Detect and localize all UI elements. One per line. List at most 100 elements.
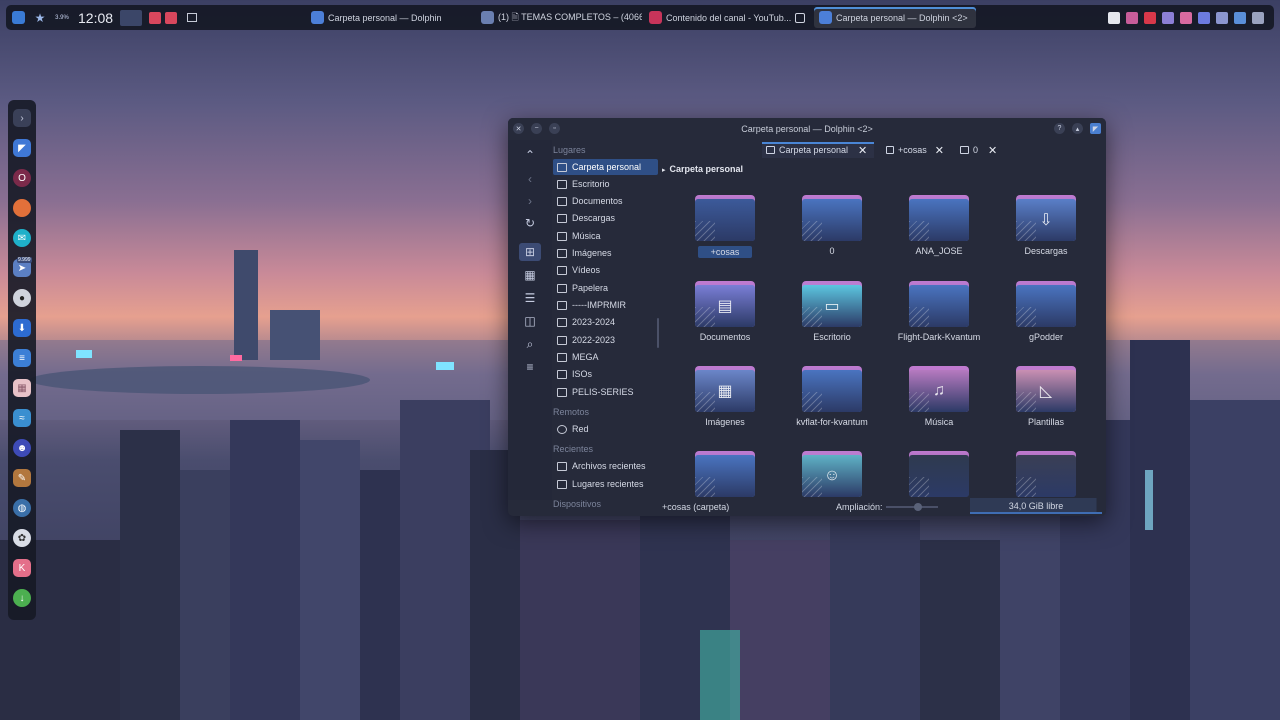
details-view-icon[interactable]: ☰ bbox=[519, 289, 541, 307]
task-youtube[interactable]: Contenido del canal - YouTub... bbox=[644, 7, 812, 28]
dock-earth[interactable]: ◍ bbox=[13, 499, 31, 517]
app-launcher-button[interactable] bbox=[6, 5, 30, 30]
place-videos[interactable]: Vídeos bbox=[553, 262, 658, 278]
file-item[interactable]: ⇩ Descargas bbox=[993, 180, 1099, 260]
file-item[interactable]: ▭ Escritorio bbox=[779, 266, 885, 346]
place-2022-2023[interactable]: 2022-2023 bbox=[553, 332, 658, 348]
file-item[interactable]: Flight-Dark-Kvantum bbox=[886, 266, 992, 346]
back-icon[interactable]: ‹ bbox=[519, 170, 541, 188]
app-menu-icon[interactable]: ◤ bbox=[1090, 123, 1101, 134]
file-item[interactable]: ☺ bbox=[779, 436, 885, 498]
tab-carpeta-personal[interactable]: Carpeta personal ✕ bbox=[762, 142, 874, 158]
tab-cosas[interactable]: +cosas ✕ bbox=[882, 142, 948, 158]
dock-notes[interactable]: ≡ bbox=[13, 349, 31, 367]
place-home[interactable]: Carpeta personal bbox=[553, 159, 658, 175]
places-scrollbar[interactable] bbox=[657, 318, 659, 348]
reload-icon[interactable]: ↻ bbox=[519, 214, 541, 232]
cpu-monitor[interactable]: 3.9% bbox=[50, 5, 74, 30]
dock-settings[interactable]: ✿ bbox=[13, 529, 31, 547]
screen-icon[interactable] bbox=[1126, 11, 1138, 24]
close-tab-icon[interactable]: ✕ bbox=[935, 144, 944, 157]
place-pelis-series[interactable]: PELIS-SERIES bbox=[553, 384, 658, 400]
free-space-indicator[interactable]: 34,0 GiB libre bbox=[970, 498, 1102, 514]
media-icon[interactable] bbox=[1198, 11, 1210, 24]
dock-tux[interactable]: ● bbox=[13, 289, 31, 307]
zoom-slider-handle[interactable] bbox=[914, 503, 922, 511]
icons-view-icon[interactable]: ⊞ bbox=[519, 243, 541, 261]
up-icon[interactable]: ⌃ bbox=[519, 146, 541, 164]
file-item[interactable]: kvflat-for-kvantum bbox=[779, 351, 885, 431]
search-icon[interactable]: ⌕ bbox=[519, 335, 541, 353]
forward-icon[interactable]: › bbox=[519, 192, 541, 210]
file-item[interactable]: gPodder bbox=[993, 266, 1099, 346]
file-item[interactable] bbox=[672, 436, 778, 498]
place-imprimir[interactable]: -----IMPRMIR bbox=[553, 297, 658, 313]
place-isos[interactable]: ISOs bbox=[553, 366, 658, 382]
folder-icon: ▤ bbox=[695, 281, 755, 327]
network-icon[interactable] bbox=[1234, 11, 1246, 24]
dock-grid-app[interactable]: ▦ bbox=[13, 379, 31, 397]
place-network[interactable]: Red bbox=[553, 421, 658, 437]
dock-install[interactable]: ↓ bbox=[13, 589, 31, 607]
network-icon bbox=[557, 424, 567, 434]
star-icon[interactable]: ★ bbox=[30, 5, 50, 30]
dock-firefox[interactable] bbox=[13, 199, 31, 217]
file-item[interactable]: ANA_JOSE bbox=[886, 180, 992, 260]
breadcrumb[interactable]: ▸ Carpeta personal bbox=[662, 164, 743, 174]
place-trash[interactable]: Papelera bbox=[553, 280, 658, 296]
minimize-icon[interactable]: − bbox=[531, 123, 542, 134]
keep-above-icon[interactable]: ▴ bbox=[1072, 123, 1083, 134]
dock-mail[interactable]: ✉ bbox=[13, 229, 31, 247]
help-icon[interactable]: ? bbox=[1054, 123, 1065, 134]
close-tab-icon[interactable]: ✕ bbox=[858, 144, 867, 157]
dock-download[interactable]: ⬇ bbox=[13, 319, 31, 337]
place-documents[interactable]: Documentos bbox=[553, 193, 658, 209]
mega-icon[interactable] bbox=[1144, 11, 1156, 24]
file-item[interactable]: ▦ Imágenes bbox=[672, 351, 778, 431]
place-music[interactable]: Música bbox=[553, 228, 658, 244]
place-pictures[interactable]: Imágenes bbox=[553, 245, 658, 261]
window-titlebar[interactable]: Carpeta personal — Dolphin <2> bbox=[508, 118, 1106, 140]
place-recent-locations[interactable]: Lugares recientes bbox=[553, 476, 658, 492]
file-item[interactable] bbox=[886, 436, 992, 498]
close-icon[interactable]: ✕ bbox=[513, 123, 524, 134]
alert-icon[interactable] bbox=[163, 5, 179, 30]
place-mega[interactable]: MEGA bbox=[553, 349, 658, 365]
show-desktop-icon[interactable] bbox=[183, 5, 201, 30]
place-2023-2024[interactable]: 2023-2024 bbox=[553, 314, 658, 330]
task-browser[interactable]: (1) 🗎 TEMAS COMPLETOS – (40669) bbox=[476, 7, 642, 28]
dock-opera[interactable]: O bbox=[13, 169, 31, 187]
dock-expand[interactable]: › bbox=[13, 109, 31, 127]
notifications-icon[interactable] bbox=[1252, 11, 1264, 24]
file-item[interactable]: 0 bbox=[779, 180, 885, 260]
task-dolphin-2[interactable]: Carpeta personal — Dolphin <2> bbox=[814, 7, 976, 28]
tab-0[interactable]: 0 ✕ bbox=[956, 142, 1002, 158]
task-dolphin-1[interactable]: Carpeta personal — Dolphin bbox=[306, 7, 474, 28]
place-downloads[interactable]: Descargas bbox=[553, 210, 658, 226]
file-item[interactable]: ◺ Plantillas bbox=[993, 351, 1099, 431]
pager-icon[interactable] bbox=[119, 5, 143, 30]
compact-view-icon[interactable]: ▦ bbox=[519, 266, 541, 284]
doc-icon[interactable] bbox=[1162, 11, 1174, 24]
dock-pidgin[interactable]: ☻ bbox=[13, 439, 31, 457]
close-tab-icon[interactable]: ✕ bbox=[988, 144, 997, 157]
clock[interactable]: 12:08 bbox=[78, 10, 113, 26]
menu-icon[interactable]: ≡ bbox=[519, 358, 541, 376]
edit-icon[interactable] bbox=[1180, 11, 1192, 24]
place-recent-files[interactable]: Archivos recientes bbox=[553, 458, 658, 474]
dock-krita[interactable]: K bbox=[13, 559, 31, 577]
maximize-icon[interactable]: ▫ bbox=[549, 123, 560, 134]
shield-icon[interactable] bbox=[1108, 11, 1120, 24]
dock-gimp[interactable]: ✎ bbox=[13, 469, 31, 487]
zoom-slider-track[interactable] bbox=[886, 506, 938, 508]
place-desktop[interactable]: Escritorio bbox=[553, 176, 658, 192]
volume-icon[interactable] bbox=[1216, 11, 1228, 24]
file-item[interactable] bbox=[993, 436, 1099, 498]
close-all-icon[interactable] bbox=[147, 5, 163, 30]
file-item[interactable]: ▤ Documentos bbox=[672, 266, 778, 346]
dock-kite[interactable]: ≈ bbox=[13, 409, 31, 427]
dock-dolphin[interactable]: ◤ bbox=[13, 139, 31, 157]
split-view-icon[interactable]: ◫ bbox=[519, 312, 541, 330]
file-item[interactable]: +cosas bbox=[672, 180, 778, 260]
file-item[interactable]: ♫ Música bbox=[886, 351, 992, 431]
